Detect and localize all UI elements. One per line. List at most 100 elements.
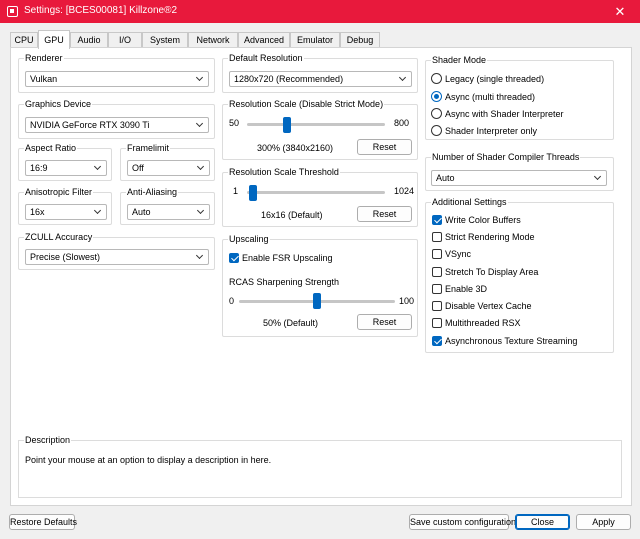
graphics-device-group: Graphics Device NVIDIA GeForce RTX 3090 … xyxy=(18,99,215,139)
renderer-value: Vulkan xyxy=(30,74,58,84)
rcas-max: 100 xyxy=(399,296,415,306)
chevron-down-icon xyxy=(594,173,602,183)
additional-settings-group: Additional Settings Write Color Buffers … xyxy=(425,197,614,353)
tab-system[interactable]: System xyxy=(142,32,188,48)
zcull-accuracy-group: ZCULL Accuracy Precise (Slowest) xyxy=(18,232,215,270)
rcas-sharpening-label: RCAS Sharpening Strength xyxy=(229,277,340,287)
anisotropic-filter-group: Anisotropic Filter 16x xyxy=(18,187,112,225)
aspect-ratio-select[interactable]: 16:9 xyxy=(25,160,107,176)
shader-mode-async-interpreter-radio[interactable] xyxy=(431,108,442,119)
tab-cpu[interactable]: CPU xyxy=(10,32,38,48)
strict-rendering-label: Strict Rendering Mode xyxy=(445,232,535,242)
anti-aliasing-select[interactable]: Auto xyxy=(127,204,210,220)
async-texture-streaming-label: Asynchronous Texture Streaming xyxy=(445,336,578,346)
aspect-ratio-group: Aspect Ratio 16:9 xyxy=(18,143,112,181)
tab-emulator[interactable]: Emulator xyxy=(290,32,340,48)
gpu-settings-pane: Renderer Vulkan Graphics Device NVIDIA G… xyxy=(10,47,632,506)
chevron-down-icon xyxy=(197,163,205,173)
write-color-buffers-label: Write Color Buffers xyxy=(445,215,521,225)
zcull-accuracy-label: ZCULL Accuracy xyxy=(24,232,94,242)
anti-aliasing-label: Anti-Aliasing xyxy=(126,187,179,197)
window-close-icon[interactable]: ✕ xyxy=(600,0,640,23)
anisotropic-filter-select[interactable]: 16x xyxy=(25,204,107,220)
framelimit-label: Framelimit xyxy=(126,143,170,153)
resolution-scale-max: 800 xyxy=(394,118,410,128)
resolution-threshold-thumb[interactable] xyxy=(248,185,257,201)
close-button[interactable]: Close xyxy=(515,514,570,530)
shader-mode-interpreter-only-radio[interactable] xyxy=(431,125,442,136)
default-resolution-label: Default Resolution xyxy=(228,53,304,63)
multithreaded-rsx-checkbox[interactable] xyxy=(432,318,442,328)
resolution-threshold-value: 16x16 (Default) xyxy=(261,210,323,220)
resolution-scale-min: 50 xyxy=(229,118,240,128)
anti-aliasing-value: Auto xyxy=(132,207,151,217)
description-label: Description xyxy=(24,435,72,445)
rcas-min: 0 xyxy=(229,296,235,306)
anisotropic-filter-value: 16x xyxy=(30,207,45,217)
disable-vertex-cache-label: Disable Vertex Cache xyxy=(445,301,532,311)
apply-button[interactable]: Apply xyxy=(576,514,631,530)
write-color-buffers-checkbox[interactable] xyxy=(432,215,442,225)
rcas-value: 50% (Default) xyxy=(263,318,319,328)
settings-window-icon xyxy=(7,6,18,17)
disable-vertex-cache-checkbox[interactable] xyxy=(432,301,442,311)
resolution-scale-reset-button[interactable]: Reset xyxy=(357,139,412,155)
chevron-down-icon xyxy=(399,74,407,84)
window-title: Settings: [BCES00081] Killzone®2 xyxy=(24,5,178,16)
default-resolution-group: Default Resolution 1280x720 (Recommended… xyxy=(222,53,418,93)
additional-settings-label: Additional Settings xyxy=(431,197,508,207)
rcas-reset-button[interactable]: Reset xyxy=(357,314,412,330)
chevron-down-icon xyxy=(94,163,102,173)
shader-threads-value: Auto xyxy=(436,173,455,183)
shader-threads-label: Number of Shader Compiler Threads xyxy=(431,152,581,162)
enable-3d-checkbox[interactable] xyxy=(432,284,442,294)
description-text: Point your mouse at an option to display… xyxy=(25,455,272,465)
async-texture-streaming-checkbox[interactable] xyxy=(432,336,442,346)
save-custom-config-button[interactable]: Save custom configuration xyxy=(409,514,516,530)
tab-advanced[interactable]: Advanced xyxy=(238,32,290,48)
renderer-select[interactable]: Vulkan xyxy=(25,71,209,87)
restore-defaults-button[interactable]: Restore Defaults xyxy=(9,514,77,530)
shader-mode-async-radio[interactable] xyxy=(431,91,442,102)
aspect-ratio-value: 16:9 xyxy=(30,163,48,173)
resolution-threshold-track[interactable] xyxy=(247,191,385,194)
resolution-threshold-reset-button[interactable]: Reset xyxy=(357,206,412,222)
tab-audio[interactable]: Audio xyxy=(70,32,108,48)
tab-gpu[interactable]: GPU xyxy=(38,30,70,49)
tab-debug[interactable]: Debug xyxy=(340,32,380,48)
aspect-ratio-label: Aspect Ratio xyxy=(24,143,78,153)
framelimit-value: Off xyxy=(132,163,144,173)
renderer-group: Renderer Vulkan xyxy=(18,53,215,93)
shader-mode-interpreter-only-label: Shader Interpreter only xyxy=(445,126,538,136)
vsync-checkbox[interactable] xyxy=(432,249,442,259)
chevron-down-icon xyxy=(94,207,102,217)
zcull-accuracy-select[interactable]: Precise (Slowest) xyxy=(25,249,209,265)
enable-fsr-label: Enable FSR Upscaling xyxy=(242,253,333,263)
upscaling-group: Upscaling Enable FSR Upscaling RCAS Shar… xyxy=(222,234,418,337)
graphics-device-value: NVIDIA GeForce RTX 3090 Ti xyxy=(30,120,150,130)
multithreaded-rsx-label: Multithreaded RSX xyxy=(445,318,521,328)
graphics-device-select[interactable]: NVIDIA GeForce RTX 3090 Ti xyxy=(25,117,209,133)
tab-io[interactable]: I/O xyxy=(108,32,142,48)
enable-fsr-checkbox[interactable] xyxy=(229,253,239,263)
resolution-scale-label: Resolution Scale (Disable Strict Mode) xyxy=(228,99,385,109)
shader-threads-select[interactable]: Auto xyxy=(431,170,607,186)
chevron-down-icon xyxy=(196,120,204,130)
resolution-scale-thumb[interactable] xyxy=(283,117,292,133)
resolution-scale-value: 300% (3840x2160) xyxy=(257,143,334,153)
resolution-scale-track[interactable] xyxy=(247,123,385,126)
tab-network[interactable]: Network xyxy=(188,32,238,48)
framelimit-select[interactable]: Off xyxy=(127,160,210,176)
stretch-display-label: Stretch To Display Area xyxy=(445,267,539,277)
stretch-display-checkbox[interactable] xyxy=(432,267,442,277)
rcas-thumb[interactable] xyxy=(313,293,321,309)
renderer-label: Renderer xyxy=(24,53,64,63)
default-resolution-select[interactable]: 1280x720 (Recommended) xyxy=(229,71,412,87)
chevron-down-icon xyxy=(196,252,204,262)
shader-mode-async-interpreter-label: Async with Shader Interpreter xyxy=(445,109,564,119)
shader-mode-legacy-radio[interactable] xyxy=(431,73,442,84)
chevron-down-icon xyxy=(197,207,205,217)
strict-rendering-checkbox[interactable] xyxy=(432,232,442,242)
anisotropic-filter-label: Anisotropic Filter xyxy=(24,187,94,197)
resolution-threshold-min: 1 xyxy=(233,186,239,196)
